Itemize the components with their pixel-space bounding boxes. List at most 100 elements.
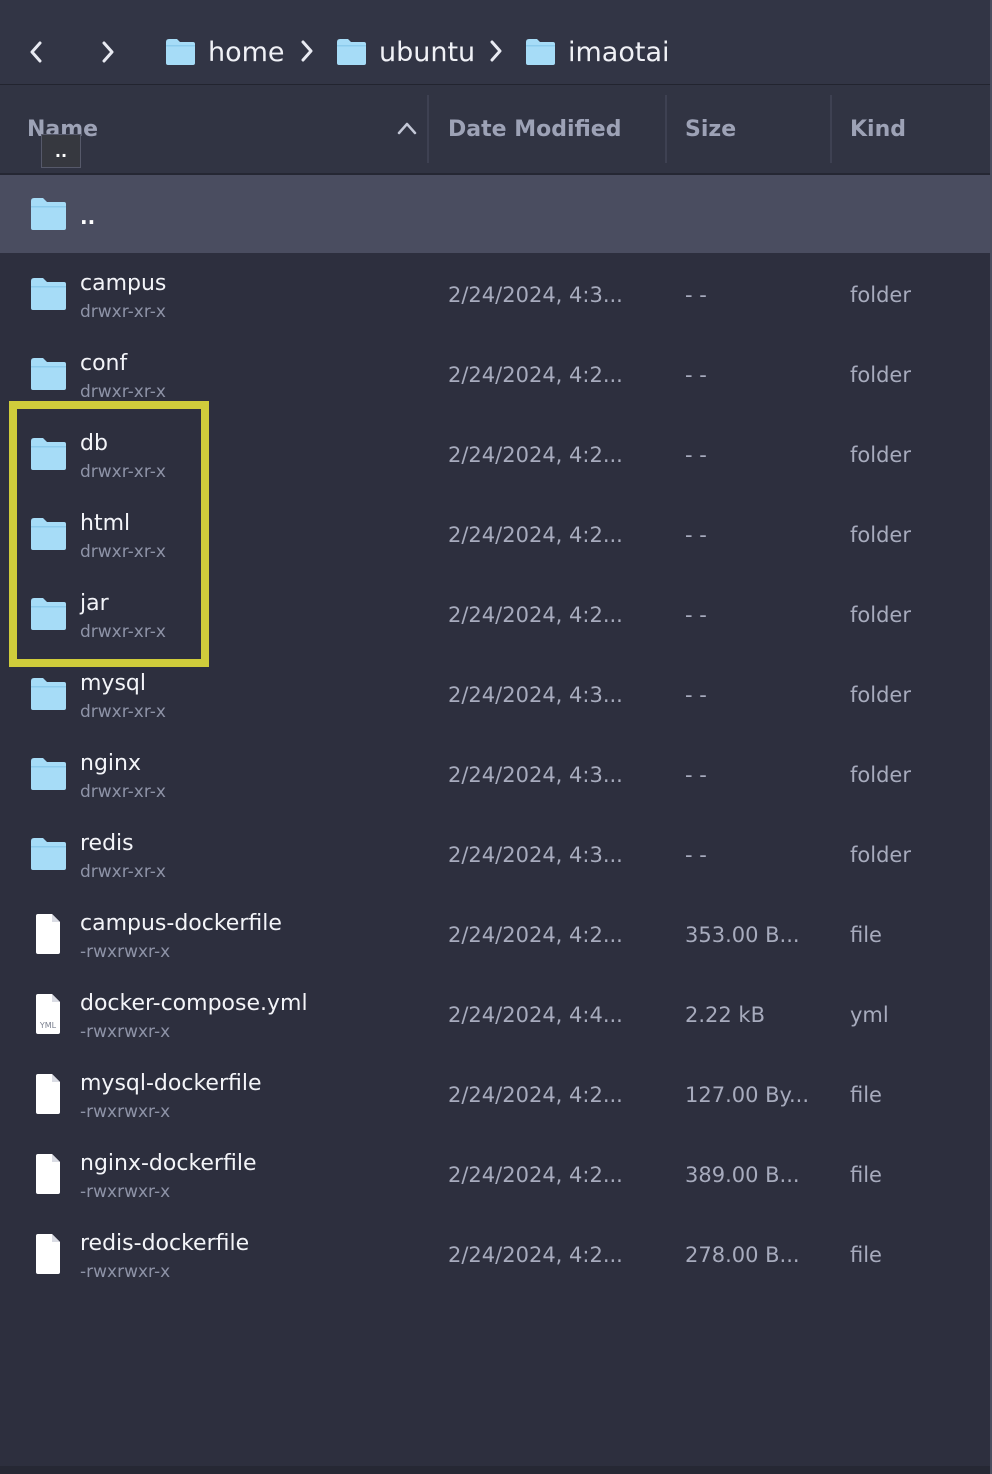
file-size: 389.00 B... (685, 1163, 800, 1187)
file-name: nginx-dockerfile (80, 1151, 257, 1176)
yml-file-icon: YML (32, 993, 62, 1039)
file-permissions: -rwxrwxr-x (80, 1022, 171, 1042)
file-date-modified: 2/24/2024, 4:3... (448, 683, 623, 707)
file-permissions: drwxr-xr-x (80, 862, 166, 882)
file-date-modified: 2/24/2024, 4:2... (448, 603, 623, 627)
file-kind: folder (850, 363, 911, 387)
file-date-modified: 2/24/2024, 4:3... (448, 763, 623, 787)
file-size: - - (685, 683, 707, 707)
file-name: redis (80, 831, 134, 856)
breadcrumb-label: imaotai (568, 36, 670, 68)
file-name: db (80, 431, 108, 456)
file-row[interactable]: nginx-dockerfile -rwxrwxr-x 2/24/2024, 4:2… (0, 1135, 990, 1215)
name-column-header[interactable]: Name (27, 85, 427, 173)
folder-icon (30, 517, 67, 555)
breadcrumb-home[interactable]: home (165, 32, 285, 72)
parent-directory-label: .. (80, 205, 96, 229)
file-name: redis-dockerfile (80, 1231, 250, 1256)
file-permissions: -rwxrwxr-x (80, 1182, 171, 1202)
file-row[interactable]: nginx drwxr-xr-x 2/24/2024, 4:3... - - folde… (0, 735, 990, 815)
column-header: Name Date Modified Size Kind (0, 85, 990, 175)
file-name: html (80, 511, 131, 536)
navigation-bar: home ubuntu imaotai (0, 0, 990, 85)
file-name: campus-dockerfile (80, 911, 282, 936)
file-kind: folder (850, 683, 911, 707)
file-row[interactable]: html drwxr-xr-x 2/24/2024, 4:2... - - folder (0, 495, 990, 575)
file-permissions: -rwxrwxr-x (80, 942, 171, 962)
file-kind: folder (850, 523, 911, 547)
file-date-modified: 2/24/2024, 4:4... (448, 1003, 623, 1027)
folder-icon (526, 39, 555, 65)
file-kind: file (850, 1243, 882, 1267)
folder-icon (337, 39, 366, 65)
file-row[interactable]: campus-dockerfile -rwxrwxr-x 2/24/2024, 4:… (0, 895, 990, 975)
folder-icon (30, 277, 67, 315)
date-modified-column-header[interactable]: Date Modified (448, 85, 663, 173)
folder-icon (30, 437, 67, 475)
file-size: - - (685, 523, 707, 547)
folder-icon (30, 357, 67, 395)
file-date-modified: 2/24/2024, 4:2... (448, 443, 623, 467)
file-kind: file (850, 1163, 882, 1187)
chevron-left-icon (30, 41, 42, 63)
breadcrumb-label: home (208, 36, 285, 68)
file-size: 278.00 B... (685, 1243, 800, 1267)
file-kind: file (850, 923, 882, 947)
window-bottom-edge (0, 1466, 990, 1474)
column-label: Size (685, 116, 737, 142)
file-row[interactable]: redis drwxr-xr-x 2/24/2024, 4:3... - - folde… (0, 815, 990, 895)
size-column-header[interactable]: Size (685, 85, 828, 173)
file-size: - - (685, 443, 707, 467)
file-permissions: drwxr-xr-x (80, 462, 166, 482)
file-permissions: drwxr-xr-x (80, 382, 166, 402)
file-permissions: -rwxrwxr-x (80, 1102, 171, 1122)
file-kind: folder (850, 283, 911, 307)
back-button[interactable] (26, 34, 46, 70)
file-kind: folder (850, 843, 911, 867)
file-name: conf (80, 351, 128, 376)
column-label: Date Modified (448, 116, 622, 142)
file-date-modified: 2/24/2024, 4:2... (448, 1083, 623, 1107)
file-icon (32, 1073, 62, 1119)
file-row[interactable]: campus drwxr-xr-x 2/24/2024, 4:3... - - fold… (0, 255, 990, 335)
file-icon (32, 913, 62, 959)
kind-column-header[interactable]: Kind (850, 85, 980, 173)
file-size: 2.22 kB (685, 1003, 766, 1027)
file-row[interactable]: YML docker-compose.yml -rwxrwxr-x 2/24/2024… (0, 975, 990, 1055)
column-divider[interactable] (427, 95, 429, 163)
file-date-modified: 2/24/2024, 4:2... (448, 523, 623, 547)
svg-text:YML: YML (39, 1021, 57, 1030)
folder-icon (30, 677, 67, 715)
file-row[interactable]: redis-dockerfile -rwxrwxr-x 2/24/2024, 4:2… (0, 1215, 990, 1295)
breadcrumb-imaotai[interactable]: imaotai (525, 32, 670, 72)
file-size: - - (685, 363, 707, 387)
file-size: 353.00 B... (685, 923, 800, 947)
folder-icon (30, 837, 67, 875)
breadcrumb-ubuntu[interactable]: ubuntu (336, 32, 475, 72)
file-kind: folder (850, 443, 911, 467)
file-row[interactable]: mysql drwxr-xr-x 2/24/2024, 4:3... - - folde… (0, 655, 990, 735)
breadcrumb-label: ubuntu (379, 36, 476, 68)
sort-ascending-icon (397, 122, 417, 135)
file-date-modified: 2/24/2024, 4:2... (448, 923, 623, 947)
file-row[interactable]: db drwxr-xr-x 2/24/2024, 4:2... - - folder (0, 415, 990, 495)
file-size: 127.00 By... (685, 1083, 810, 1107)
file-icon (32, 1153, 62, 1199)
forward-button[interactable] (98, 34, 118, 70)
folder-icon (166, 39, 195, 65)
file-kind: folder (850, 603, 911, 627)
tooltip: .. (41, 134, 81, 168)
file-permissions: drwxr-xr-x (80, 302, 166, 322)
column-divider[interactable] (665, 95, 667, 163)
file-size: - - (685, 763, 707, 787)
file-kind: folder (850, 763, 911, 787)
file-row[interactable]: conf drwxr-xr-x 2/24/2024, 4:2... - - folder (0, 335, 990, 415)
file-date-modified: 2/24/2024, 4:2... (448, 1163, 623, 1187)
column-divider[interactable] (830, 95, 832, 163)
file-browser-window: home ubuntu imaotai Name Date Modified S… (0, 0, 992, 1474)
file-name: docker-compose.yml (80, 991, 308, 1016)
file-name: jar (80, 591, 109, 616)
file-row[interactable]: jar drwxr-xr-x 2/24/2024, 4:2... - - folder (0, 575, 990, 655)
file-row[interactable]: mysql-dockerfile -rwxrwxr-x 2/24/2024, 4:2… (0, 1055, 990, 1135)
parent-directory-row[interactable]: .. (0, 175, 990, 253)
